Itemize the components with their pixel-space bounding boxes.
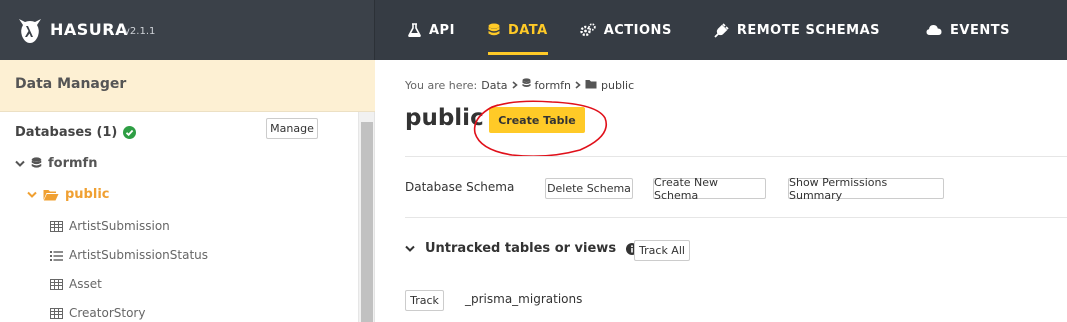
untracked-title: Untracked tables or views [425, 241, 617, 256]
main-content: You are here: Data formfn public public … [376, 60, 1067, 322]
nav-data-label: DATA [507, 22, 548, 38]
page-title: public [405, 105, 484, 131]
brand-logo[interactable]: HASURA v2.1.1 [0, 0, 375, 60]
tree-database-formfn[interactable]: formfn [15, 156, 97, 171]
untracked-section-header[interactable]: Untracked tables or views [405, 241, 639, 256]
breadcrumb: You are here: Data formfn public [405, 78, 634, 92]
check-circle-icon [123, 126, 137, 139]
database-schema-label: Database Schema [405, 180, 515, 194]
cogs-icon [580, 23, 596, 37]
chevron-down-icon [15, 160, 25, 168]
track-all-button[interactable]: Track All [634, 240, 690, 261]
chevron-down-icon [27, 191, 37, 199]
nav-events-label: EVENTS [950, 22, 1010, 38]
show-permissions-summary-button[interactable]: Show Permissions Summary [788, 176, 944, 202]
scrollbar-thumb[interactable] [361, 122, 373, 322]
create-table-button[interactable]: Create Table [489, 107, 585, 133]
data-manager-title: Data Manager [15, 76, 127, 92]
breadcrumb-database[interactable]: formfn [535, 79, 572, 92]
top-navbar: HASURA v2.1.1 API DATA ACTIONS REMOTE SC… [0, 0, 1067, 60]
divider [405, 156, 1067, 157]
cloud-icon [926, 24, 942, 36]
manage-button[interactable]: Manage [266, 118, 318, 139]
table-icon [50, 220, 63, 232]
plug-icon [714, 22, 729, 38]
track-button[interactable]: Track [405, 290, 444, 311]
create-new-schema-button[interactable]: Create New Schema [653, 176, 766, 202]
databases-heading: Databases (1) [15, 125, 137, 140]
nav-api[interactable]: API [408, 0, 455, 60]
table-name: Asset [69, 277, 102, 291]
breadcrumb-data[interactable]: Data [481, 79, 507, 92]
breadcrumb-schema[interactable]: public [601, 79, 634, 92]
tree-table-creatorstory[interactable]: CreatorStory [50, 306, 145, 320]
folder-icon [585, 79, 597, 92]
enum-list-icon [50, 250, 63, 261]
table-icon [50, 278, 63, 290]
main-nav: API DATA ACTIONS REMOTE SCHEMAS EVENTS [375, 0, 1010, 60]
tree-schema-public[interactable]: public [27, 187, 109, 202]
sidebar-scrollbar[interactable] [358, 112, 374, 322]
chevron-right-icon [575, 79, 581, 92]
hasura-logo-icon [19, 19, 41, 43]
table-name: CreatorStory [69, 306, 146, 320]
nav-actions-label: ACTIONS [603, 22, 672, 38]
nav-events[interactable]: EVENTS [926, 0, 1010, 60]
database-icon [31, 157, 42, 170]
flask-icon [408, 23, 421, 37]
version-label: v2.1.1 [124, 26, 156, 37]
chevron-down-icon [405, 245, 415, 253]
delete-schema-button[interactable]: Delete Schema [545, 178, 633, 199]
tree-table-artistsubmissionstatus[interactable]: ArtistSubmissionStatus [50, 248, 208, 262]
table-name: ArtistSubmissionStatus [69, 248, 209, 262]
database-icon [521, 78, 531, 92]
sidebar: Data Manager Databases (1) Manage formfn… [0, 60, 375, 322]
nav-api-label: API [429, 22, 455, 38]
tree-table-artistsubmission[interactable]: ArtistSubmission [50, 219, 170, 233]
nav-remote-schemas-label: REMOTE SCHEMAS [736, 22, 880, 38]
folder-open-icon [43, 189, 59, 201]
untracked-table-name: _prisma_migrations [465, 292, 583, 306]
tree-table-asset[interactable]: Asset [50, 277, 102, 291]
nav-data[interactable]: DATA [487, 0, 548, 60]
nav-remote-schemas[interactable]: REMOTE SCHEMAS [714, 0, 880, 60]
data-manager-header: Data Manager [0, 60, 375, 112]
chevron-right-icon [511, 79, 518, 92]
database-icon [488, 23, 500, 38]
schema-name: public [65, 187, 110, 202]
databases-label: Databases (1) [15, 125, 118, 140]
table-icon [50, 307, 63, 319]
database-name: formfn [48, 156, 98, 171]
brand-name: HASURA [50, 20, 128, 39]
table-name: ArtistSubmission [69, 219, 170, 233]
nav-actions[interactable]: ACTIONS [580, 0, 672, 60]
breadcrumb-prefix: You are here: [405, 78, 478, 92]
divider [405, 217, 1067, 218]
